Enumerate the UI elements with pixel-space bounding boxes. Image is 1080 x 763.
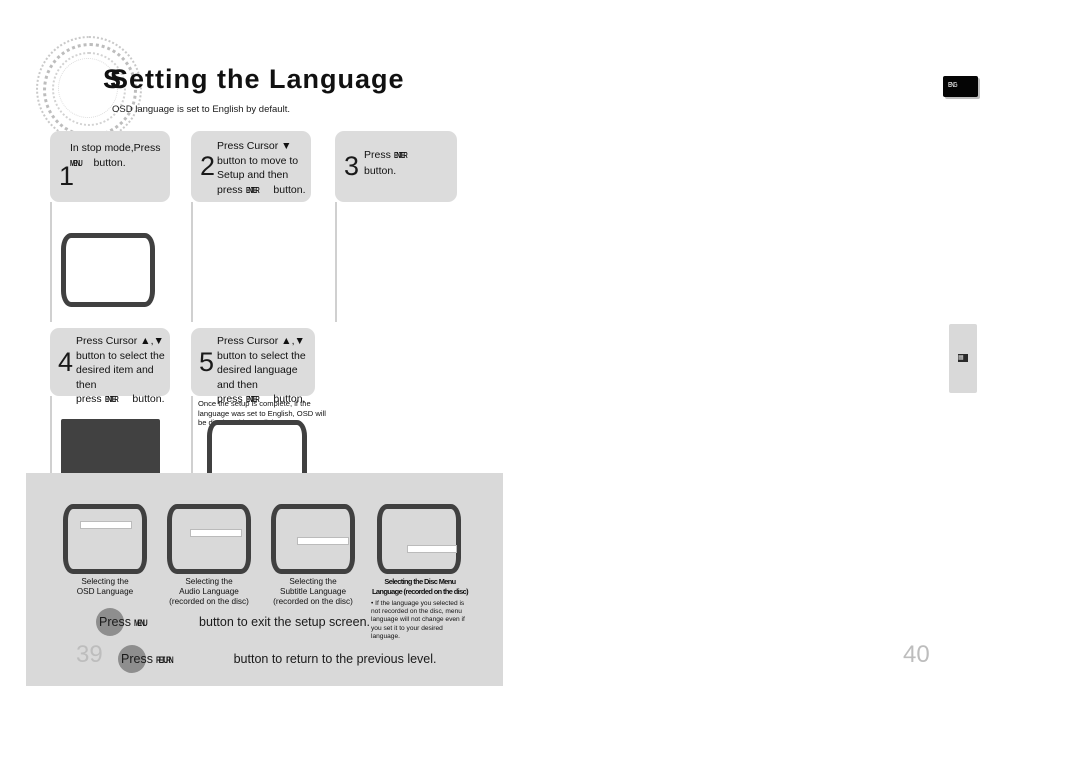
- thumb-4-tv-screen: [377, 504, 461, 574]
- side-section-tab[interactable]: ▦: [949, 324, 977, 393]
- step-2-line-2: button to move to: [217, 154, 299, 167]
- step-2-key: ENTER: [245, 185, 260, 195]
- step-5-line-1: Press Cursor ▲,▼: [217, 335, 305, 347]
- thumb-2-caption-line-2: Audio Language: [179, 587, 239, 596]
- thumb-1-caption: Selecting the OSD Language: [50, 577, 160, 597]
- return-key: RETURN: [156, 655, 174, 666]
- step-3-line-1: Press: [364, 149, 391, 161]
- step-1-line-1: In stop mode,Press: [70, 142, 161, 154]
- language-tab-eng-label: ENG: [948, 82, 958, 89]
- thumb-1-highlight-row: [80, 521, 132, 529]
- side-section-tab-icon: ▦: [958, 354, 968, 362]
- disc-language-bullet-note: • If the language you selected is not re…: [371, 600, 465, 640]
- step-5-number: 5: [199, 347, 215, 377]
- step-3-callout: 3 Press ENTER button.: [335, 131, 457, 202]
- step-5-callout: 5 Press Cursor ▲,▼ button to select the …: [191, 328, 315, 405]
- thumb-4-caption: Selecting the Disc Menu Language (record…: [366, 577, 474, 597]
- step-5-text: Press Cursor ▲,▼ button to select the de…: [217, 334, 315, 408]
- thumb-3-caption-line-3: (recorded on the disc): [273, 597, 353, 606]
- step-5-line-2: button to select the: [217, 349, 306, 362]
- return-press-word: Press: [121, 652, 153, 666]
- page-title: S Setting the Language: [103, 64, 405, 95]
- thumb-3-caption-line-1: Selecting the: [289, 577, 337, 586]
- thumb-2-caption-line-3: (recorded on the disc): [169, 597, 249, 606]
- thumb-1-caption-line-2: OSD Language: [76, 587, 134, 596]
- step-1-callout: 1 In stop mode,Press MENU button.: [50, 131, 170, 202]
- thumb-2-caption-line-1: Selecting the: [185, 577, 233, 586]
- step1-tv-screen: [61, 233, 155, 307]
- thumb-4-highlight-row: [407, 545, 457, 553]
- manual-page: S Setting the Language OSD language is se…: [0, 0, 1080, 763]
- step-4-line-1: Press Cursor ▲,▼: [76, 335, 164, 347]
- return-level-instruction: Press RETURN button to return to the pre…: [121, 652, 437, 666]
- step-5-line-3: desired language and then: [217, 364, 298, 391]
- thumb-3-caption-line-2: Subtitle Language: [279, 587, 346, 596]
- language-tab-eng[interactable]: ENG: [943, 76, 978, 97]
- thumb-4-caption-line-1: Selecting the Disc Menu: [384, 577, 456, 586]
- step-4-key: ENTER: [104, 395, 119, 405]
- step-3-key: ENTER: [393, 151, 408, 160]
- exit-press-word: Press: [99, 615, 131, 629]
- page-subtitle: OSD language is set to English by defaul…: [112, 104, 290, 115]
- thumb-2-caption: Selecting the Audio Language (recorded o…: [153, 577, 265, 607]
- step-3-line-2: button.: [364, 164, 397, 177]
- thumb-2-tv-screen: [167, 504, 251, 574]
- page-title-overlap-glyph: S: [103, 64, 123, 94]
- exit-rest-text: button to exit the setup screen.: [199, 615, 370, 629]
- thumb-3-caption: Selecting the Subtitle Language (recorde…: [257, 577, 369, 607]
- step-1-text: In stop mode,Press MENU button.: [70, 141, 168, 171]
- thumb-3-highlight-row: [297, 537, 349, 545]
- return-rest-text: button to return to the previous level.: [233, 652, 437, 666]
- page-number-left: 39: [76, 641, 103, 668]
- step-4-text: Press Cursor ▲,▼ button to select the de…: [76, 334, 172, 408]
- exit-key: MENU: [134, 618, 148, 629]
- step-2-callout: 2 Press Cursor ▼ button to move to Setup…: [191, 131, 311, 202]
- step-4-number: 4: [58, 347, 74, 377]
- step-4-callout: 4 Press Cursor ▲,▼ button to select the …: [50, 328, 170, 405]
- step-3-text: Press ENTER button.: [364, 148, 454, 178]
- thumb-2-highlight-row: [190, 529, 242, 537]
- step-4-line-3: desired item and then: [76, 364, 154, 391]
- step-2-line-1: Press Cursor ▼: [217, 140, 292, 152]
- step-3-number: 3: [344, 151, 360, 181]
- thumb-4-caption-line-2: Language (recorded on the disc): [372, 587, 469, 596]
- thumb-1-caption-line-1: Selecting the: [81, 577, 129, 586]
- step-1-line-2: button.: [93, 156, 126, 169]
- step-2-line-3: Setup and then: [217, 169, 289, 182]
- step-2-text: Press Cursor ▼ button to move to Setup a…: [217, 139, 312, 198]
- page-number-right: 40: [903, 641, 930, 668]
- thumb-3-tv-screen: [271, 504, 355, 574]
- exit-setup-instruction: Press MENU button to exit the setup scre…: [99, 615, 370, 629]
- step-4-line-2: button to select the: [76, 349, 165, 362]
- step-2-number: 2: [200, 151, 216, 181]
- step-3-stem: [335, 202, 337, 322]
- step-1-key: MENU: [70, 158, 83, 168]
- thumb-1-tv-screen: [63, 504, 147, 574]
- step-2-stem: [191, 202, 193, 322]
- step-1-stem: [50, 202, 52, 322]
- page-title-text: Setting the Language: [110, 64, 405, 94]
